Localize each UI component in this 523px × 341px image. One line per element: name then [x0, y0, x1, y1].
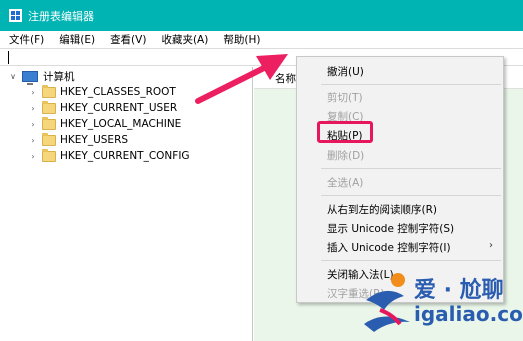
watermark-brand: 爱 · 尬聊 — [414, 278, 504, 303]
menu-separator — [321, 168, 501, 169]
context-menu: 撤消(U) 剪切(T) 复制(C) 粘贴(P) 删除(D) 全选(A) 从右到左… — [296, 56, 504, 303]
menu-delete[interactable]: 删除(D) — [327, 148, 364, 163]
watermark-logo-icon — [364, 273, 410, 332]
watermark: 爱 · 尬聊 igaliao.com — [360, 270, 523, 338]
menu-insert-unicode[interactable]: 插入 Unicode 控制字符(I) — [327, 240, 451, 255]
menu-show-unicode[interactable]: 显示 Unicode 控制字符(S) — [327, 221, 454, 236]
menu-undo[interactable]: 撤消(U) — [327, 64, 364, 79]
menu-rtl-reading[interactable]: 从右到左的阅读顺序(R) — [327, 202, 437, 217]
menu-separator — [321, 84, 501, 85]
submenu-arrow-icon: › — [489, 240, 493, 251]
watermark-url: igaliao.com — [414, 302, 523, 326]
menu-select-all[interactable]: 全选(A) — [327, 175, 363, 190]
menu-separator — [321, 260, 501, 261]
menu-cut[interactable]: 剪切(T) — [327, 90, 363, 105]
menu-separator — [321, 195, 501, 196]
paste-highlight-box — [317, 121, 373, 143]
